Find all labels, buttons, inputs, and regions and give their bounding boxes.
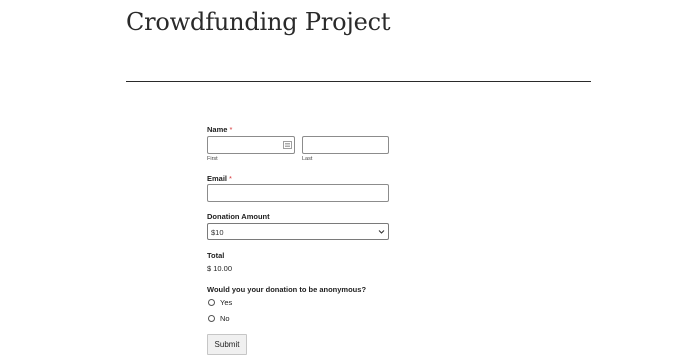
required-mark: * bbox=[229, 174, 232, 183]
email-input[interactable] bbox=[207, 184, 389, 202]
last-name-input[interactable] bbox=[302, 136, 389, 154]
radio-label-yes: Yes bbox=[220, 298, 233, 307]
chevron-down-icon bbox=[378, 230, 385, 234]
email-label: Email * bbox=[207, 174, 232, 183]
contact-card-icon bbox=[283, 141, 292, 149]
name-label-text: Name bbox=[207, 125, 228, 134]
donation-amount-value: $10 bbox=[211, 228, 224, 237]
title-divider bbox=[126, 81, 591, 82]
name-label: Name * bbox=[207, 125, 232, 134]
donation-amount-label: Donation Amount bbox=[207, 212, 270, 221]
radio-button[interactable] bbox=[208, 299, 215, 306]
first-name-sublabel: First bbox=[207, 156, 218, 162]
total-value: $ 10.00 bbox=[207, 264, 233, 273]
donation-amount-select[interactable]: $10 bbox=[207, 223, 389, 240]
required-mark: * bbox=[229, 125, 233, 134]
last-name-sublabel: Last bbox=[302, 156, 313, 162]
submit-button[interactable]: Submit bbox=[207, 334, 247, 355]
radio-button[interactable] bbox=[208, 315, 215, 322]
radio-label-no: No bbox=[220, 314, 230, 323]
total-label: Total bbox=[207, 251, 225, 260]
page-title: Crowdfunding Project bbox=[126, 8, 391, 36]
first-name-input[interactable] bbox=[207, 136, 295, 154]
email-label-text: Email bbox=[207, 174, 228, 183]
anonymous-question: Would you your donation to be anonymous? bbox=[207, 285, 367, 294]
